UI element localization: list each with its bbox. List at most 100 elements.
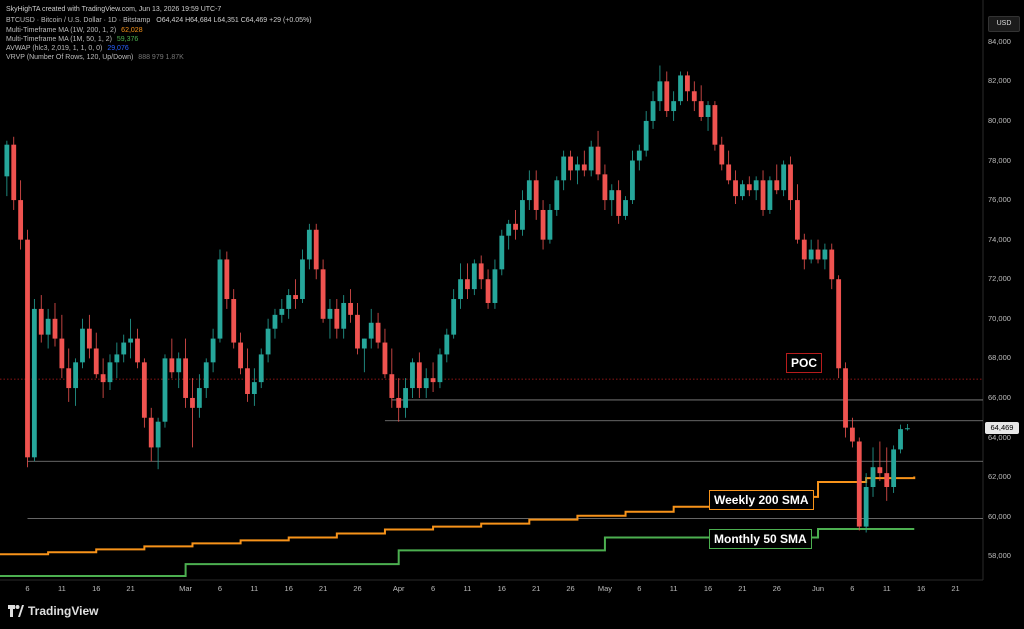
candle-body	[526, 180, 532, 201]
candle-body	[650, 101, 656, 121]
candle-body	[148, 417, 154, 448]
candle-body	[705, 105, 711, 117]
indicator-label: AVWAP (hlc3, 2,019, 1, 1, 0, 0)	[6, 45, 103, 52]
chart-root[interactable]: SkyHighTA created with TradingView.com, …	[0, 0, 1024, 629]
indicator-label: Multi-Timeframe MA (1M, 50, 1, 2)	[6, 36, 112, 43]
candle-body	[396, 397, 402, 408]
price-tick: 70,000	[988, 313, 1011, 323]
candle-body	[355, 314, 360, 349]
date-tick: 21	[951, 584, 960, 593]
candle-body	[251, 382, 257, 394]
indicator-legend-vrvp[interactable]: VRVP (Number Of Rows, 120, Up/Down) 888 …	[6, 53, 184, 62]
candle-body	[671, 101, 677, 112]
date-tick: Jun	[811, 584, 825, 593]
candle-body	[581, 164, 587, 171]
price-tick: 78,000	[988, 155, 1011, 165]
candle-body	[636, 150, 642, 161]
candle-body	[320, 269, 326, 319]
candle-body	[451, 299, 457, 335]
candle-body	[155, 421, 161, 448]
candle-body	[513, 223, 518, 230]
candle-body	[86, 328, 92, 349]
date-tick: 16	[703, 584, 713, 593]
date-tick: 21	[738, 584, 747, 593]
indicator-value: 62,028	[121, 27, 143, 34]
symbol-line[interactable]: BTCUSD · Bitcoin / U.S. Dollar · 1D · Bi…	[6, 16, 312, 25]
indicator-legend-monthly[interactable]: Multi-Timeframe MA (1M, 50, 1, 2) 59,376	[6, 35, 138, 44]
tradingview-logo[interactable]: TradingView	[8, 604, 98, 618]
indicator-label: VRVP (Number Of Rows, 120, Up/Down)	[6, 54, 134, 61]
candle-body	[595, 146, 601, 175]
current-price-label: 64,469	[985, 422, 1019, 435]
weekly-200-sma-label: Weekly 200 SMA	[709, 489, 814, 510]
date-tick: 21	[318, 584, 328, 593]
candle-body	[863, 487, 869, 527]
candle-body	[114, 354, 120, 363]
candle-body	[781, 164, 787, 191]
candle-body	[698, 101, 704, 117]
candle-body	[485, 279, 491, 303]
candle-body	[80, 328, 85, 363]
price-tick: 66,000	[988, 392, 1011, 402]
candle-body	[898, 429, 903, 450]
date-tick: Apr	[392, 584, 405, 593]
candle-body	[293, 295, 298, 300]
ohlc-values: O64,424 H64,684 L64,351 C64,469 +29 (+0.…	[156, 17, 312, 24]
indicator-value: 29,076	[107, 45, 129, 52]
candle-body	[4, 144, 10, 177]
currency-button[interactable]: USD	[988, 16, 1020, 32]
candle-body	[121, 342, 127, 355]
candle-body	[327, 308, 333, 319]
candlestick-chart[interactable]	[0, 0, 1024, 629]
indicator-legend-weekly[interactable]: Multi-Timeframe MA (1W, 200, 1, 2) 62,02…	[6, 26, 143, 35]
date-tick: 26	[566, 584, 575, 593]
date-tick: 6	[430, 584, 436, 593]
candle-body	[822, 249, 828, 260]
candle-body	[162, 358, 168, 422]
candle-body	[286, 295, 292, 309]
candle-body	[739, 184, 745, 197]
candle-body	[245, 368, 250, 394]
candle-body	[815, 249, 821, 260]
candle-body	[375, 322, 381, 343]
candle-body	[533, 180, 539, 210]
candle-body	[382, 342, 388, 375]
candle-body	[623, 200, 628, 216]
candle-body	[135, 338, 140, 363]
candle-body	[726, 164, 732, 181]
candle-body	[169, 358, 175, 373]
date-tick: 6	[25, 584, 30, 593]
candle-body	[224, 259, 230, 300]
price-tick: 60,000	[988, 511, 1011, 521]
date-tick: 26	[772, 584, 781, 593]
candle-body	[348, 302, 353, 315]
candle-body	[306, 229, 312, 260]
candle-body	[794, 200, 800, 240]
candle-body	[657, 81, 663, 102]
candle-body	[100, 374, 106, 383]
date-tick: 16	[92, 584, 101, 593]
candle-body	[45, 318, 51, 335]
poc-label: POC	[786, 353, 823, 374]
candle-body	[128, 338, 134, 343]
candle-body	[437, 354, 443, 383]
candle-body	[444, 334, 450, 355]
candle-body	[18, 200, 24, 240]
candle-body	[616, 190, 622, 216]
brand-name: TradingView	[28, 604, 99, 618]
candle-body	[877, 467, 883, 474]
date-tick: 6	[637, 584, 642, 593]
candle-body	[38, 308, 44, 335]
candle-body	[609, 190, 615, 201]
indicator-legend-avwap[interactable]: AVWAP (hlc3, 2,019, 1, 1, 0, 0) 29,076	[6, 44, 129, 53]
chart-credit: SkyHighTA created with TradingView.com, …	[6, 6, 222, 13]
candle-body	[478, 263, 484, 280]
candle-body	[458, 279, 463, 300]
candle-body	[685, 75, 690, 92]
candle-body	[719, 144, 725, 165]
candle-body	[856, 441, 862, 527]
candle-body	[52, 318, 58, 339]
candle-body	[410, 362, 415, 389]
indicator-value: 888 979 1.87K	[138, 54, 184, 61]
price-tick: 76,000	[988, 195, 1011, 205]
